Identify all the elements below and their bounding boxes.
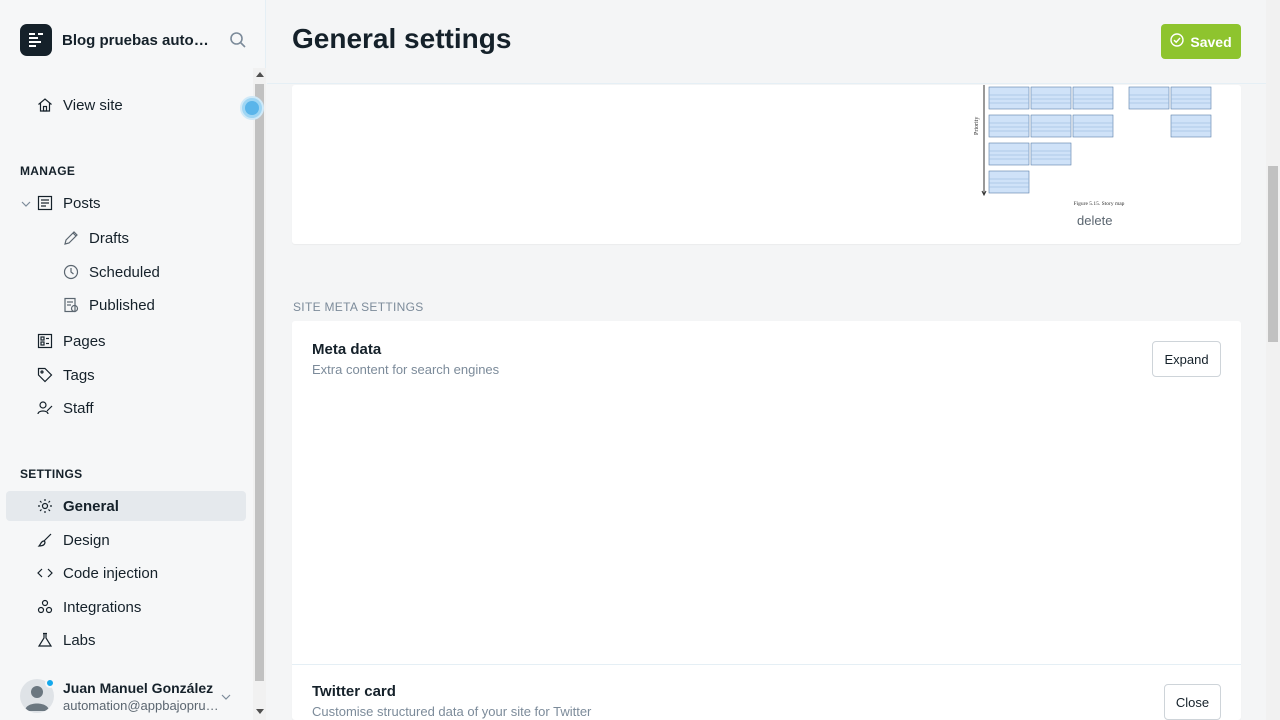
expand-meta-button[interactable]: Expand — [1152, 341, 1221, 377]
search-icon[interactable] — [229, 31, 247, 49]
user-name: Juan Manuel González — [63, 679, 214, 696]
delete-image-link[interactable]: delete — [1077, 213, 1112, 228]
posts-icon — [36, 194, 54, 212]
nav-tags[interactable]: Tags — [36, 360, 246, 390]
saved-label: Saved — [1190, 33, 1232, 50]
manage-section-label: MANAGE — [20, 164, 76, 178]
meta-settings-card: Meta data Extra content for search engin… — [292, 321, 1241, 720]
gear-icon — [36, 497, 54, 515]
nav-staff[interactable]: Staff — [36, 393, 246, 423]
sidebar-resize-handle[interactable] — [240, 96, 264, 120]
brush-icon — [36, 531, 54, 549]
close-twitter-button[interactable]: Close — [1164, 684, 1221, 720]
clock-icon — [62, 263, 80, 281]
nav-code-injection[interactable]: Code injection — [36, 558, 246, 588]
main-scrollbar-thumb[interactable] — [1268, 166, 1278, 342]
user-email: automation@appbajopruebas.com — [63, 697, 223, 713]
publication-card: Priority Figure 5.15. Story map delete — [292, 85, 1241, 244]
nav-labs[interactable]: Labs — [36, 625, 246, 655]
user-info: Juan Manuel González automation@appbajop… — [63, 680, 223, 713]
staff-icon — [36, 399, 54, 417]
chevron-down-icon[interactable] — [220, 690, 232, 702]
scroll-down-arrow-icon[interactable] — [256, 709, 264, 714]
blog-logo-icon — [20, 24, 52, 56]
flask-icon — [36, 631, 54, 649]
pencil-icon — [62, 229, 80, 247]
nav-design[interactable]: Design — [36, 525, 246, 555]
meta-data-description: Extra content for search engines — [312, 362, 500, 377]
main-scrollbar[interactable] — [1266, 0, 1280, 720]
page-title: General settings — [292, 23, 512, 54]
twitter-card-title: Twitter card — [312, 683, 396, 700]
meta-data-title: Meta data — [312, 341, 382, 358]
integrations-icon — [36, 598, 54, 616]
svg-text:Priority: Priority — [974, 117, 980, 135]
saved-button[interactable]: Saved — [1161, 24, 1241, 59]
settings-section-label: SETTINGS — [20, 467, 83, 481]
nav-view-site[interactable]: View site — [36, 90, 236, 120]
nav-posts[interactable]: Posts — [36, 188, 246, 218]
divider — [292, 664, 1241, 665]
story-map-caption: Figure 5.15. Story map — [1074, 201, 1125, 207]
blog-title: Blog pruebas automatizadas — [62, 31, 214, 49]
nav-drafts[interactable]: Drafts — [62, 223, 252, 253]
twitter-card-description: Customise structured data of your site f… — [312, 704, 592, 719]
brand[interactable]: Blog pruebas automatizadas — [20, 24, 214, 56]
main-content: Priority Figure 5.15. Story map delete S… — [267, 0, 1266, 720]
published-icon — [62, 296, 80, 314]
chevron-down-icon[interactable] — [20, 197, 32, 209]
check-circle-icon — [1170, 33, 1185, 50]
code-icon — [36, 564, 54, 582]
home-icon — [36, 96, 54, 114]
page-header: General settings Saved — [267, 0, 1266, 84]
scroll-up-arrow-icon[interactable] — [256, 72, 264, 77]
tag-icon — [36, 366, 54, 384]
nav-pages[interactable]: Pages — [36, 326, 246, 356]
notification-dot — [45, 678, 55, 688]
nav-integrations[interactable]: Integrations — [36, 592, 246, 622]
nav-published[interactable]: Published — [62, 290, 252, 320]
nav-scheduled[interactable]: Scheduled — [62, 257, 252, 287]
sidebar: Blog pruebas automatizadas View site MAN… — [0, 0, 266, 720]
story-map-image[interactable]: Priority Figure 5.15. Story map — [974, 85, 1224, 209]
pages-icon — [36, 332, 54, 350]
nav-general[interactable]: General — [6, 491, 246, 521]
sidebar-scrollbar-thumb[interactable] — [255, 84, 264, 681]
site-meta-section-label: SITE META SETTINGS — [293, 300, 424, 314]
